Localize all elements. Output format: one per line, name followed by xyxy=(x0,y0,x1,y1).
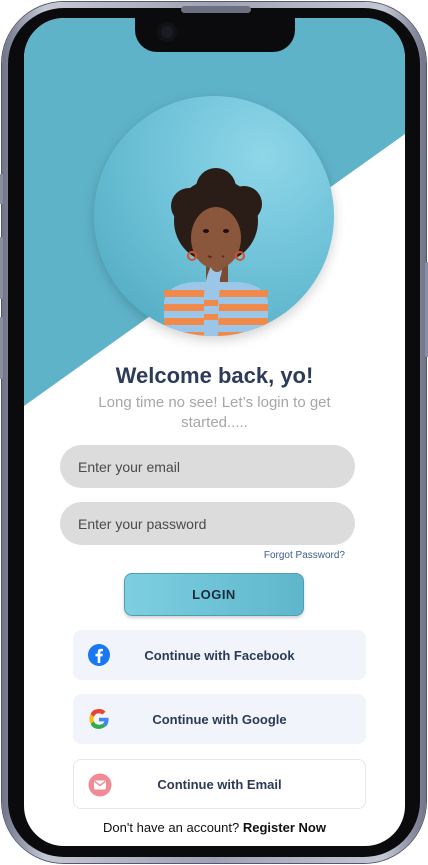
front-camera xyxy=(157,22,177,42)
continue-with-email-button[interactable]: Continue with Email xyxy=(73,759,366,809)
speaker-grille xyxy=(181,6,251,13)
register-now-link[interactable]: Register Now xyxy=(243,820,326,835)
profile-photo xyxy=(94,96,334,336)
continue-with-google-button[interactable]: Continue with Google xyxy=(73,694,366,744)
welcome-subtitle: Long time no see! Let’s login to get sta… xyxy=(98,394,331,431)
email-field[interactable] xyxy=(60,445,355,488)
google-button-label: Continue with Google xyxy=(152,711,287,727)
forgot-password-link[interactable]: Forgot Password? xyxy=(224,550,345,561)
volume-down-button xyxy=(0,317,3,379)
login-button-label: LOGIN xyxy=(192,587,236,602)
register-prompt-text: Don't have an account? xyxy=(103,820,240,835)
login-button[interactable]: LOGIN xyxy=(124,573,304,616)
mail-icon xyxy=(88,773,112,797)
continue-with-facebook-button[interactable]: Continue with Facebook xyxy=(73,630,366,680)
facebook-icon xyxy=(88,644,110,666)
volume-up-button xyxy=(0,237,3,299)
password-field[interactable] xyxy=(60,502,355,545)
woman-thinking-illustration xyxy=(164,168,268,336)
welcome-title: Welcome back, yo! xyxy=(115,363,314,388)
register-prompt: Don't have an account? Register Now xyxy=(24,820,405,835)
notch xyxy=(135,18,295,52)
app-screen: Welcome back, yo! Long time no see! Let’… xyxy=(24,18,405,846)
mute-switch xyxy=(0,174,3,204)
email-button-label: Continue with Email xyxy=(157,776,282,792)
google-icon xyxy=(89,709,109,729)
facebook-button-label: Continue with Facebook xyxy=(144,647,295,663)
